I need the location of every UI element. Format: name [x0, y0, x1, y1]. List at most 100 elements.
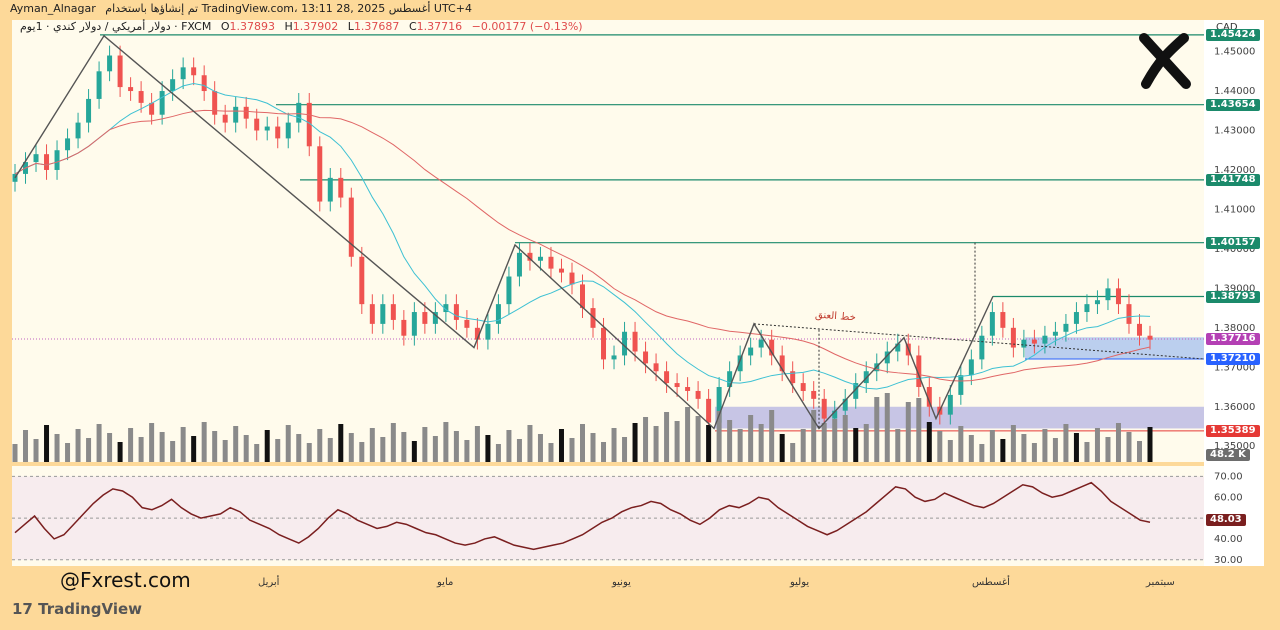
candle-body — [485, 323, 491, 340]
candle-body — [1063, 323, 1069, 332]
candle-body — [348, 197, 354, 257]
ohlc-open-value: 1.37893 — [229, 20, 276, 33]
volume-bar — [180, 427, 186, 462]
volume-bar — [149, 423, 155, 462]
candle-body — [643, 351, 649, 364]
volume-bar — [422, 427, 428, 462]
candle-body — [653, 363, 659, 372]
price-tick-label: 1.43000 — [1214, 126, 1255, 137]
candle-body — [1094, 300, 1100, 305]
volume-bar — [632, 423, 638, 462]
price-tick-label: 1.36000 — [1214, 402, 1255, 413]
volume-bar — [569, 438, 575, 462]
volume-bar — [254, 444, 260, 462]
volume-bar — [443, 422, 449, 462]
candle-body — [180, 67, 186, 80]
price-tick-label: 1.44000 — [1214, 86, 1255, 97]
volume-bar — [23, 430, 29, 462]
chart-canvas[interactable]: 1.450001.440001.430001.420001.410001.400… — [0, 0, 1280, 630]
candle-body — [1147, 335, 1153, 340]
candle-body — [569, 272, 575, 285]
tv-icon: 17 — [12, 600, 39, 618]
candle-body — [516, 252, 522, 277]
ohlc-open-label: O — [220, 20, 230, 33]
candle-body — [453, 304, 459, 320]
month-label-jul: يوليو — [790, 577, 810, 588]
volume-bar — [33, 439, 39, 462]
volume-bar — [359, 442, 365, 462]
candle-body — [1105, 288, 1111, 301]
volume-bar — [1073, 433, 1079, 462]
month-label-sep: سبتمبر — [1146, 577, 1175, 588]
volume-badge: 48.2 K — [1206, 449, 1250, 461]
volume-bar — [222, 440, 228, 462]
candle-body — [1031, 339, 1037, 344]
ohlc-low-value: 1.37687 — [353, 20, 400, 33]
month-label-aug: أغسطس — [972, 577, 1010, 588]
candle-body — [558, 268, 564, 273]
candle-body — [989, 312, 995, 336]
volume-bar — [275, 439, 281, 462]
volume-bar — [1094, 428, 1100, 462]
price-badge: 1.37210 — [1206, 352, 1260, 365]
volume-bar — [853, 428, 859, 462]
month-label-jun: يونيو — [612, 577, 631, 588]
volume-bar — [65, 443, 71, 462]
candle-body — [464, 319, 470, 328]
volume-bar — [601, 442, 607, 462]
candle-body — [191, 67, 197, 76]
candle-body — [1126, 304, 1132, 324]
candle-body — [685, 387, 691, 391]
volume-bar — [159, 432, 165, 462]
volume-bar — [863, 424, 869, 462]
candle-body — [338, 177, 344, 198]
candle-body — [1042, 335, 1048, 344]
volume-bar — [958, 426, 964, 462]
volume-bar — [1010, 425, 1016, 462]
candle-body — [75, 122, 81, 139]
candle-body — [1000, 312, 1006, 328]
volume-bar — [411, 441, 417, 462]
publish-note: تم إنشاؤها باستخدام TradingView.com، 13:… — [105, 2, 472, 15]
rsi-tick-label: 60.00 — [1214, 492, 1243, 503]
volume-bar — [537, 434, 543, 462]
volume-bar — [968, 435, 974, 462]
volume-bar — [821, 423, 827, 462]
rsi-tick-label: 40.00 — [1214, 534, 1243, 545]
volume-bar — [44, 425, 50, 462]
volume-bar — [453, 431, 459, 462]
candle-body — [632, 331, 638, 352]
candle-body — [537, 256, 543, 261]
volume-bar — [1115, 423, 1121, 462]
candle-body — [296, 102, 302, 123]
symbol-line: دولار أمريكي / دولار كندي · 1يوم · FXCM … — [20, 20, 583, 33]
candle-body — [674, 383, 680, 388]
candle-body — [233, 106, 239, 123]
volume-bar — [495, 444, 501, 462]
volume-bar — [989, 430, 995, 462]
candle-body — [380, 304, 386, 324]
candle-body — [800, 383, 806, 391]
candle-body — [1021, 339, 1027, 348]
volume-bar — [1126, 432, 1132, 462]
candle-body — [107, 55, 113, 72]
volume-bar — [170, 441, 176, 462]
volume-bar — [464, 440, 470, 462]
candle-body — [285, 122, 291, 139]
candle-body — [1073, 312, 1079, 324]
author-line: Ayman_Alnagar تم إنشاؤها باستخدام Tradin… — [10, 2, 472, 15]
candle-body — [369, 304, 375, 324]
candle-body — [201, 75, 207, 92]
candle-body — [65, 138, 71, 151]
candle-body — [54, 150, 60, 170]
volume-bar — [1105, 437, 1111, 462]
volume-bar — [380, 437, 386, 462]
candle-body — [390, 304, 396, 320]
volume-bar — [86, 438, 92, 462]
volume-bar — [664, 412, 670, 462]
candle-body — [275, 126, 281, 139]
candle-body — [758, 339, 764, 348]
price-badge: 1.45424 — [1206, 28, 1260, 41]
candle-body — [1052, 331, 1058, 336]
author-name: Ayman_Alnagar — [10, 2, 96, 15]
